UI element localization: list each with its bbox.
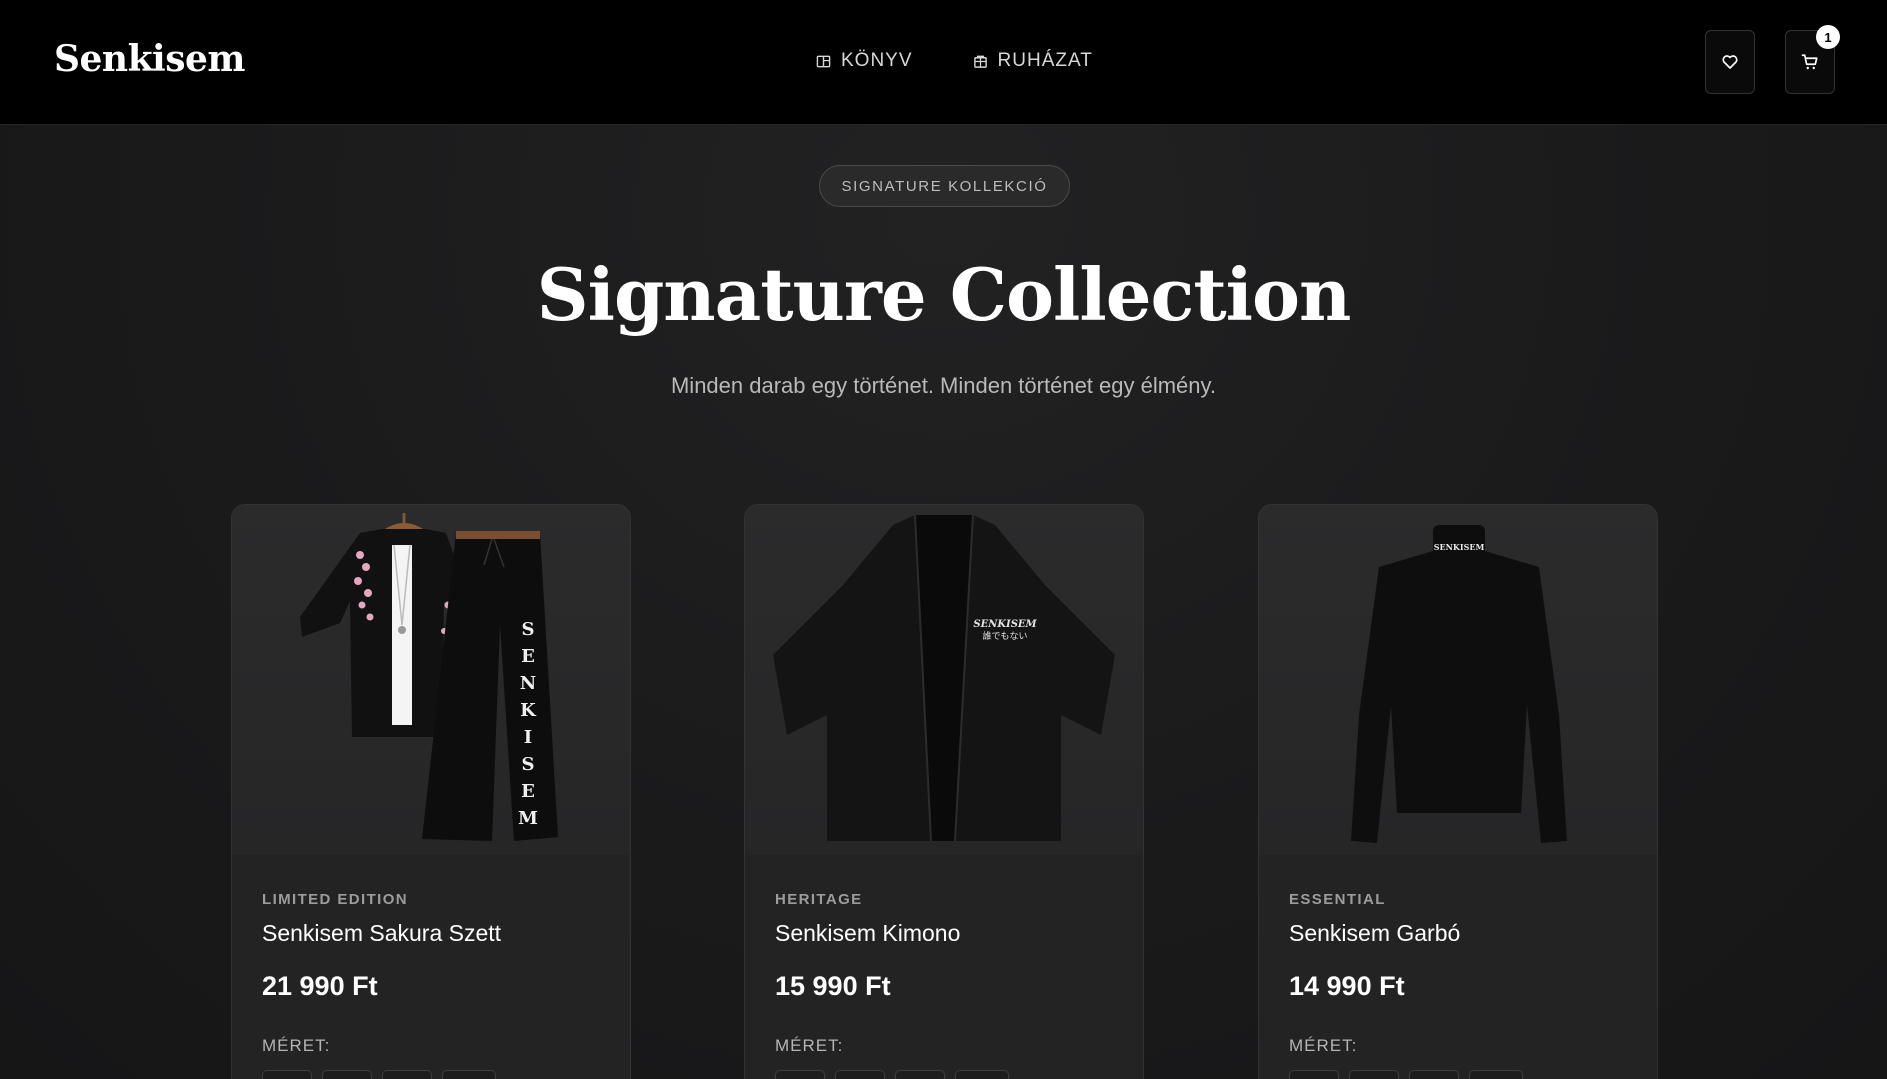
product-image-kimono[interactable]: SENKISEM 誰でもない [745, 505, 1143, 855]
size-label: MÉRET: [775, 1036, 844, 1055]
pants-print-letter: N [520, 673, 536, 694]
product-price: 21 990 Ft [262, 971, 378, 1001]
product-name[interactable]: Senkisem Garbó [1289, 920, 1627, 947]
product-info: LIMITED EDITION Senkisem Sakura Szett 21… [262, 855, 600, 1079]
pants-print-letter: S [522, 619, 535, 640]
size-label: MÉRET: [262, 1036, 331, 1055]
pants-print-letter: K [520, 700, 537, 721]
size-option[interactable] [835, 1070, 885, 1079]
cart-button[interactable]: 1 [1785, 25, 1840, 94]
size-option[interactable] [895, 1070, 945, 1079]
site-header: Senkisem KÖNYV RUHÁZAT 1 [0, 0, 1887, 125]
page-subtitle: Minden darab egy történet. Minden történ… [670, 373, 1217, 398]
product-card[interactable]: SENKISEM 誰でもない HERITAGE Senkisem Kimono … [744, 504, 1144, 1079]
heart-icon [1722, 55, 1738, 69]
brand-logo[interactable]: Senkisem [54, 38, 245, 80]
shirt-icon [973, 55, 987, 68]
nav-item-label: KÖNYV [841, 50, 913, 71]
nav-item-konyv[interactable]: KÖNYV [816, 50, 913, 72]
size-label: MÉRET: [1289, 1036, 1358, 1055]
kimono-chest-subprint: 誰でもない [982, 630, 1027, 642]
main-nav: KÖNYV RUHÁZAT [816, 50, 1093, 72]
size-option[interactable] [1349, 1070, 1399, 1079]
product-name[interactable]: Senkisem Sakura Szett [262, 920, 600, 947]
turtleneck-collar-print: SENKISEM [1434, 542, 1485, 552]
kimono-chest-print: SENKISEM [973, 619, 1037, 630]
product-category: HERITAGE [775, 891, 863, 908]
pants-print-letter: E [521, 646, 535, 667]
size-option[interactable] [442, 1070, 496, 1079]
pants-print-letter: S [522, 754, 535, 775]
product-card[interactable]: SENKISEM ESSENTIAL Senkisem Garbó 14 990… [1258, 504, 1658, 1079]
pants-print-letter: E [521, 781, 535, 802]
wishlist-button[interactable] [1705, 30, 1755, 94]
pants-print-letter: I [524, 727, 532, 748]
size-option[interactable] [382, 1070, 432, 1079]
product-category: LIMITED EDITION [262, 891, 408, 908]
nav-item-ruhazat[interactable]: RUHÁZAT [973, 50, 1093, 72]
product-info: ESSENTIAL Senkisem Garbó 14 990 Ft MÉRET… [1289, 855, 1627, 1079]
size-option[interactable] [1469, 1070, 1523, 1079]
page-title: Signature Collection [536, 252, 1352, 337]
size-option[interactable] [262, 1070, 312, 1079]
product-name[interactable]: Senkisem Kimono [775, 920, 1113, 947]
size-options [262, 1070, 600, 1079]
product-category: ESSENTIAL [1289, 891, 1386, 908]
cart-icon [1801, 54, 1818, 70]
cart-count-badge: 1 [1816, 25, 1840, 49]
size-option[interactable] [775, 1070, 825, 1079]
product-image-turtleneck[interactable]: SENKISEM [1259, 505, 1657, 855]
product-card[interactable]: S E N K I S E M LIMITED EDITION Senkisem… [231, 504, 631, 1079]
book-icon [816, 55, 831, 67]
page: Senkisem KÖNYV RUHÁZAT 1 SIGNATURE KOLLE… [0, 0, 1887, 1079]
size-options [1289, 1070, 1627, 1079]
size-option[interactable] [1289, 1070, 1339, 1079]
size-options [775, 1070, 1113, 1079]
size-option[interactable] [955, 1070, 1009, 1079]
size-option[interactable] [322, 1070, 372, 1079]
collection-badge: SIGNATURE KOLLEKCIÓ [819, 165, 1070, 207]
product-image-sakura-set[interactable]: S E N K I S E M [232, 505, 630, 855]
product-info: HERITAGE Senkisem Kimono 15 990 Ft MÉRET… [775, 855, 1113, 1079]
product-price: 14 990 Ft [1289, 971, 1405, 1001]
size-option[interactable] [1409, 1070, 1459, 1079]
nav-item-label: RUHÁZAT [997, 50, 1093, 71]
product-price: 15 990 Ft [775, 971, 891, 1001]
pants-print-letter: M [518, 808, 538, 829]
